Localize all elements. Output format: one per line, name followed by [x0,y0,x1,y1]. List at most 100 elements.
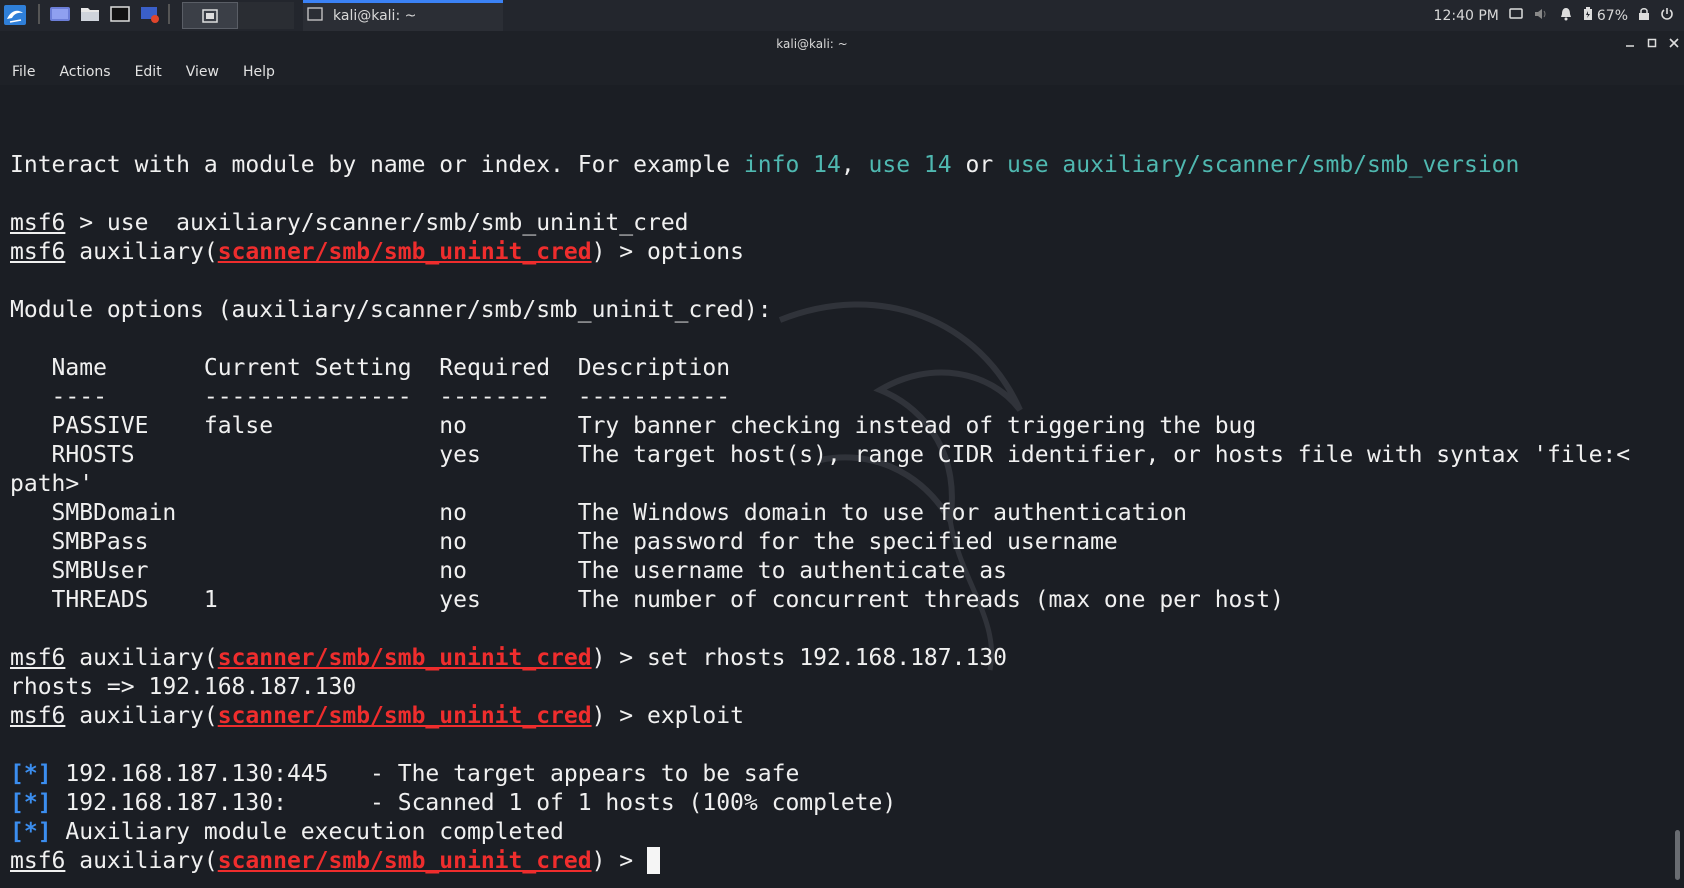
browser-launcher-icon[interactable] [139,4,161,24]
prompt-label: msf6 [10,848,66,874]
menu-help[interactable]: Help [231,64,285,80]
terminal-output: Interact with a module by name or index.… [10,151,1630,876]
notification-bell-icon[interactable] [1559,7,1573,25]
terminal-line: msf6 auxiliary(scanner/smb/smb_uninit_cr… [10,644,1630,673]
status-marker: [*] [10,761,52,787]
panel-separator [38,4,40,24]
terminal-text: ) > exploit [591,703,744,729]
lock-screen-icon[interactable] [1638,7,1650,25]
power-icon[interactable] [1660,7,1674,25]
show-desktop-icon[interactable] [49,4,71,24]
terminal-text: SMBUser no The username to authenticate … [10,558,1007,584]
task-title: kali@kali: ~ [333,7,417,24]
terminal-text: Auxiliary module execution completed [51,819,564,845]
panel-separator [168,4,170,24]
file-manager-icon[interactable] [79,4,101,24]
terminal-line: Name Current Setting Required Descriptio… [10,354,1630,383]
menu-view[interactable]: View [174,64,229,80]
terminal-text: auxiliary( [65,703,218,729]
terminal-text: 192.168.187.130: - Scanned 1 of 1 hosts … [51,790,897,816]
system-tray: 12:40 PM 67% [1434,0,1684,31]
terminal-line: [*] Auxiliary module execution completed [10,818,1630,847]
terminal-text: or [951,152,1008,178]
battery-icon [1583,6,1593,25]
active-task-indicator [303,0,503,3]
terminal-line: [*] 192.168.187.130: - Scanned 1 of 1 ho… [10,789,1630,818]
terminal-text: Name Current Setting Required Descriptio… [10,355,731,381]
terminal-text: path>' [10,471,94,497]
terminal-line: SMBUser no The username to authenticate … [10,557,1630,586]
workspace-2-button[interactable] [238,2,294,29]
prompt-label: msf6 [10,210,66,236]
module-name: scanner/smb/smb_uninit_cred [217,703,592,729]
terminal-text: rhosts => 192.168.187.130 [10,674,357,700]
terminal-scrollbar[interactable] [1675,830,1680,880]
display-icon[interactable] [1509,7,1523,25]
terminal-line: THREADS 1 yes The number of concurrent t… [10,586,1630,615]
volume-icon[interactable] [1533,7,1549,25]
terminal-text: auxiliary( [65,848,218,874]
terminal-text: ) > [591,848,647,874]
terminal-text: auxiliary( [65,239,218,265]
terminal-text: RHOSTS yes The target host(s), range CID… [10,442,1631,468]
battery-indicator[interactable]: 67% [1583,6,1628,25]
maximize-button[interactable] [1644,36,1660,52]
terminal-text: Interact with a module by name or index.… [10,152,744,178]
terminal-text: info 14 [743,152,841,178]
status-marker: [*] [10,819,52,845]
terminal-line: Module options (auxiliary/scanner/smb/sm… [10,296,1630,325]
clock[interactable]: 12:40 PM [1434,8,1499,24]
terminal-line: ---- --------------- -------- ----------… [10,383,1630,412]
menu-file[interactable]: File [0,64,45,80]
terminal-line: RHOSTS yes The target host(s), range CID… [10,441,1631,470]
terminal-text: ---- --------------- -------- ----------… [10,384,731,410]
window-titlebar[interactable]: kali@kali: ~ [0,31,1684,59]
terminal-line: msf6 auxiliary(scanner/smb/smb_uninit_cr… [10,702,1630,731]
terminal-line: Interact with a module by name or index.… [10,151,1630,180]
terminal-text: SMBDomain no The Windows domain to use f… [10,500,1188,526]
terminal-line: msf6 auxiliary(scanner/smb/smb_uninit_cr… [10,238,1630,267]
terminal-text: SMBPass no The password for the specifie… [10,529,1118,555]
minimize-button[interactable] [1622,36,1638,52]
terminal-launcher-icon[interactable] [109,4,131,24]
terminal-text: auxiliary( [65,645,218,671]
taskbar: kali@kali: ~ 12:40 PM 67% [0,0,1684,32]
terminal-text: use 14 [868,152,952,178]
module-name: scanner/smb/smb_uninit_cred [217,645,592,671]
terminal-line: SMBPass no The password for the specifie… [10,528,1630,557]
terminal-text: PASSIVE false no Try banner checking ins… [10,413,1257,439]
terminal-text: , [840,152,869,178]
terminal-line: path>' [10,470,1630,499]
battery-percent: 67% [1596,7,1628,24]
menu-actions[interactable]: Actions [47,64,120,80]
terminal-text: use auxiliary/scanner/smb/smb_version [1007,152,1520,178]
workspace-1-button[interactable] [182,2,238,29]
window-title: kali@kali: ~ [776,37,848,51]
prompt-label: msf6 [10,703,66,729]
module-name: scanner/smb/smb_uninit_cred [217,848,592,874]
terminal-task-icon [307,6,323,25]
prompt-label: msf6 [10,239,66,265]
terminal-line: msf6 > use auxiliary/scanner/smb/smb_uni… [10,209,1630,238]
terminal-text: ) > options [591,239,744,265]
terminal-line: msf6 auxiliary(scanner/smb/smb_uninit_cr… [10,847,1630,876]
terminal-line: SMBDomain no The Windows domain to use f… [10,499,1630,528]
terminal-cursor [646,847,660,874]
terminal-area[interactable]: Interact with a module by name or index.… [0,85,1684,888]
terminal-text: Module options (auxiliary/scanner/smb/sm… [10,297,772,323]
terminal-line: PASSIVE false no Try banner checking ins… [10,412,1630,441]
taskbar-terminal-task[interactable]: kali@kali: ~ [303,0,503,31]
terminal-text: 192.168.187.130:445 - The target appears… [51,761,800,787]
kali-menu-icon[interactable] [3,4,27,26]
terminal-text: > use auxiliary/scanner/smb/smb_uninit_c… [65,210,689,236]
prompt-label: msf6 [10,645,66,671]
terminal-text: ) > set rhosts 192.168.187.130 [591,645,1008,671]
menu-edit[interactable]: Edit [123,64,172,80]
status-marker: [*] [10,790,52,816]
terminal-line: [*] 192.168.187.130:445 - The target app… [10,760,1630,789]
close-button[interactable] [1666,36,1682,52]
